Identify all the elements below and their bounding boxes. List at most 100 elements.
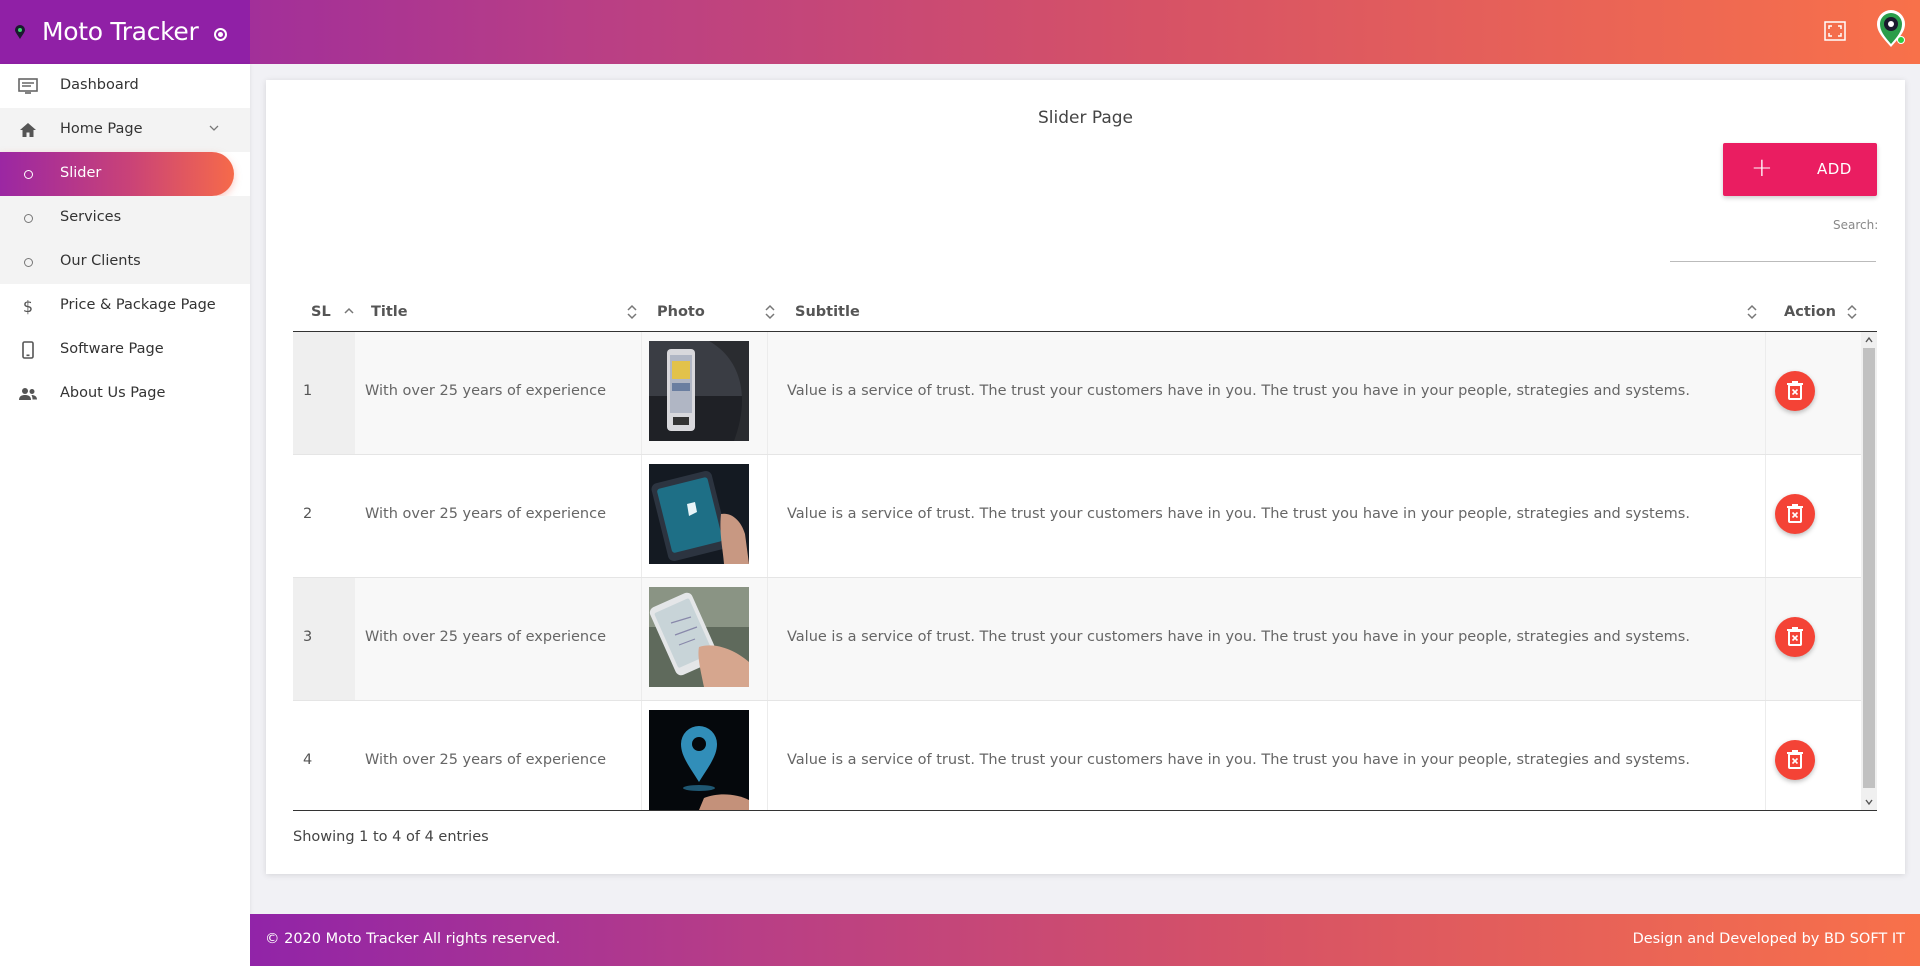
column-header-action[interactable]: Action (1784, 304, 1836, 320)
logo-icon (15, 25, 25, 39)
table-row: 3 With over 25 years of experience Value… (293, 578, 1861, 701)
column-header-photo[interactable]: Photo (657, 304, 705, 320)
table-info: Showing 1 to 4 of 4 entries (293, 829, 489, 845)
scrollbar-thumb[interactable] (1863, 348, 1875, 788)
row-sl: 1 (303, 383, 313, 399)
row-subtitle: Value is a service of trust. The trust y… (787, 752, 1690, 768)
sidebar-item-services[interactable]: Services (0, 196, 250, 240)
row-title: With over 25 years of experience (365, 383, 606, 399)
sort-icon[interactable] (626, 303, 638, 321)
column-header-subtitle[interactable]: Subtitle (795, 304, 860, 320)
row-subtitle: Value is a service of trust. The trust y… (787, 629, 1690, 645)
column-divider (767, 701, 768, 810)
phone-icon (18, 341, 38, 359)
footer-copyright: © 2020 Moto Tracker All rights reserved. (265, 931, 561, 947)
sort-icon[interactable] (1746, 303, 1758, 321)
sort-icon[interactable] (764, 303, 776, 321)
app-title: Moto Tracker (42, 17, 199, 46)
home-icon (18, 121, 38, 139)
sidebar-item-about-us[interactable]: About Us Page (0, 372, 250, 416)
sidebar-item-label: Services (60, 209, 122, 225)
sort-icon[interactable] (1846, 303, 1858, 321)
sidebar-item-label: Our Clients (60, 253, 141, 269)
footer: © 2020 Moto Tracker All rights reserved.… (250, 914, 1920, 966)
delete-icon (1787, 627, 1803, 646)
row-title: With over 25 years of experience (365, 752, 606, 768)
circle-icon (18, 165, 38, 183)
sidebar: Dashboard Home Page Slider Services Our … (0, 64, 250, 966)
chevron-down-icon (209, 125, 219, 131)
delete-icon (1787, 504, 1803, 523)
slide-photo (649, 464, 749, 564)
delete-icon (1787, 750, 1803, 769)
sidebar-item-label: Home Page (60, 121, 143, 137)
sort-asc-icon[interactable] (343, 303, 355, 321)
sidebar-item-our-clients[interactable]: Our Clients (0, 240, 250, 284)
delete-icon (1787, 381, 1803, 400)
column-divider (641, 578, 642, 700)
sidebar-item-label: Slider (60, 165, 102, 181)
row-sl: 3 (303, 629, 313, 645)
row-sl: 2 (303, 506, 313, 522)
table-row: 2 With over 25 years of experience Value… (293, 455, 1861, 578)
table-row: 1 With over 25 years of experience Value… (293, 332, 1861, 455)
delete-button[interactable] (1775, 617, 1815, 657)
table-body: 1 With over 25 years of experience Value… (293, 332, 1877, 811)
delete-button[interactable] (1775, 494, 1815, 534)
circle-icon (18, 253, 38, 271)
slider-card: Slider Page + ADD Search: SL Title Photo… (266, 80, 1905, 874)
plus-icon: + (1751, 153, 1773, 183)
row-sl: 4 (303, 752, 313, 768)
column-divider (1765, 332, 1766, 454)
table-row: 4 With over 25 years of experience Value… (293, 701, 1861, 810)
row-subtitle: Value is a service of trust. The trust y… (787, 383, 1690, 399)
row-title: With over 25 years of experience (365, 629, 606, 645)
column-divider (1765, 455, 1766, 577)
sidebar-item-slider[interactable]: Slider (0, 152, 234, 196)
column-divider (1765, 701, 1766, 810)
column-divider (767, 578, 768, 700)
slide-photo (649, 587, 749, 687)
add-button-label: ADD (1817, 160, 1852, 178)
scroll-up-icon[interactable] (1864, 335, 1874, 345)
row-title: With over 25 years of experience (365, 506, 606, 522)
table-header: SL Title Photo Subtitle Action (293, 294, 1877, 332)
column-divider (641, 701, 642, 810)
column-header-sl[interactable]: SL (311, 304, 331, 320)
row-subtitle: Value is a service of trust. The trust y… (787, 506, 1690, 522)
column-header-title[interactable]: Title (371, 304, 408, 320)
sidebar-toggle-icon[interactable] (214, 28, 227, 41)
search-input[interactable] (1670, 240, 1876, 262)
sidebar-item-price-package[interactable]: $ Price & Package Page (0, 284, 250, 328)
column-divider (641, 455, 642, 577)
online-status-dot (1897, 36, 1905, 44)
delete-button[interactable] (1775, 371, 1815, 411)
footer-credit: Design and Developed by BD SOFT IT (1632, 931, 1905, 947)
circle-icon (18, 209, 38, 227)
delete-button[interactable] (1775, 740, 1815, 780)
table-scrollbar[interactable] (1861, 332, 1877, 810)
page-title: Slider Page (1037, 108, 1134, 128)
sidebar-item-label: Price & Package Page (60, 297, 216, 313)
dashboard-icon (18, 77, 38, 95)
slide-photo (649, 710, 749, 810)
sidebar-item-label: Software Page (60, 341, 164, 357)
people-icon (18, 385, 38, 403)
brand: Moto Tracker (0, 0, 250, 64)
sidebar-item-dashboard[interactable]: Dashboard (0, 64, 250, 108)
sidebar-item-label: Dashboard (60, 77, 139, 93)
dollar-icon: $ (22, 296, 34, 316)
column-divider (767, 332, 768, 454)
column-divider (641, 332, 642, 454)
sidebar-item-software-page[interactable]: Software Page (0, 328, 250, 372)
top-bar: Moto Tracker (0, 0, 1920, 64)
sidebar-item-home-page[interactable]: Home Page (0, 108, 250, 152)
slide-photo (649, 341, 749, 441)
scroll-down-icon[interactable] (1864, 797, 1874, 807)
sidebar-item-label: About Us Page (60, 385, 166, 401)
fullscreen-icon[interactable] (1824, 21, 1846, 41)
add-button[interactable]: + ADD (1723, 143, 1877, 196)
search-label: Search: (1833, 218, 1879, 232)
column-divider (767, 455, 768, 577)
column-divider (1765, 578, 1766, 700)
